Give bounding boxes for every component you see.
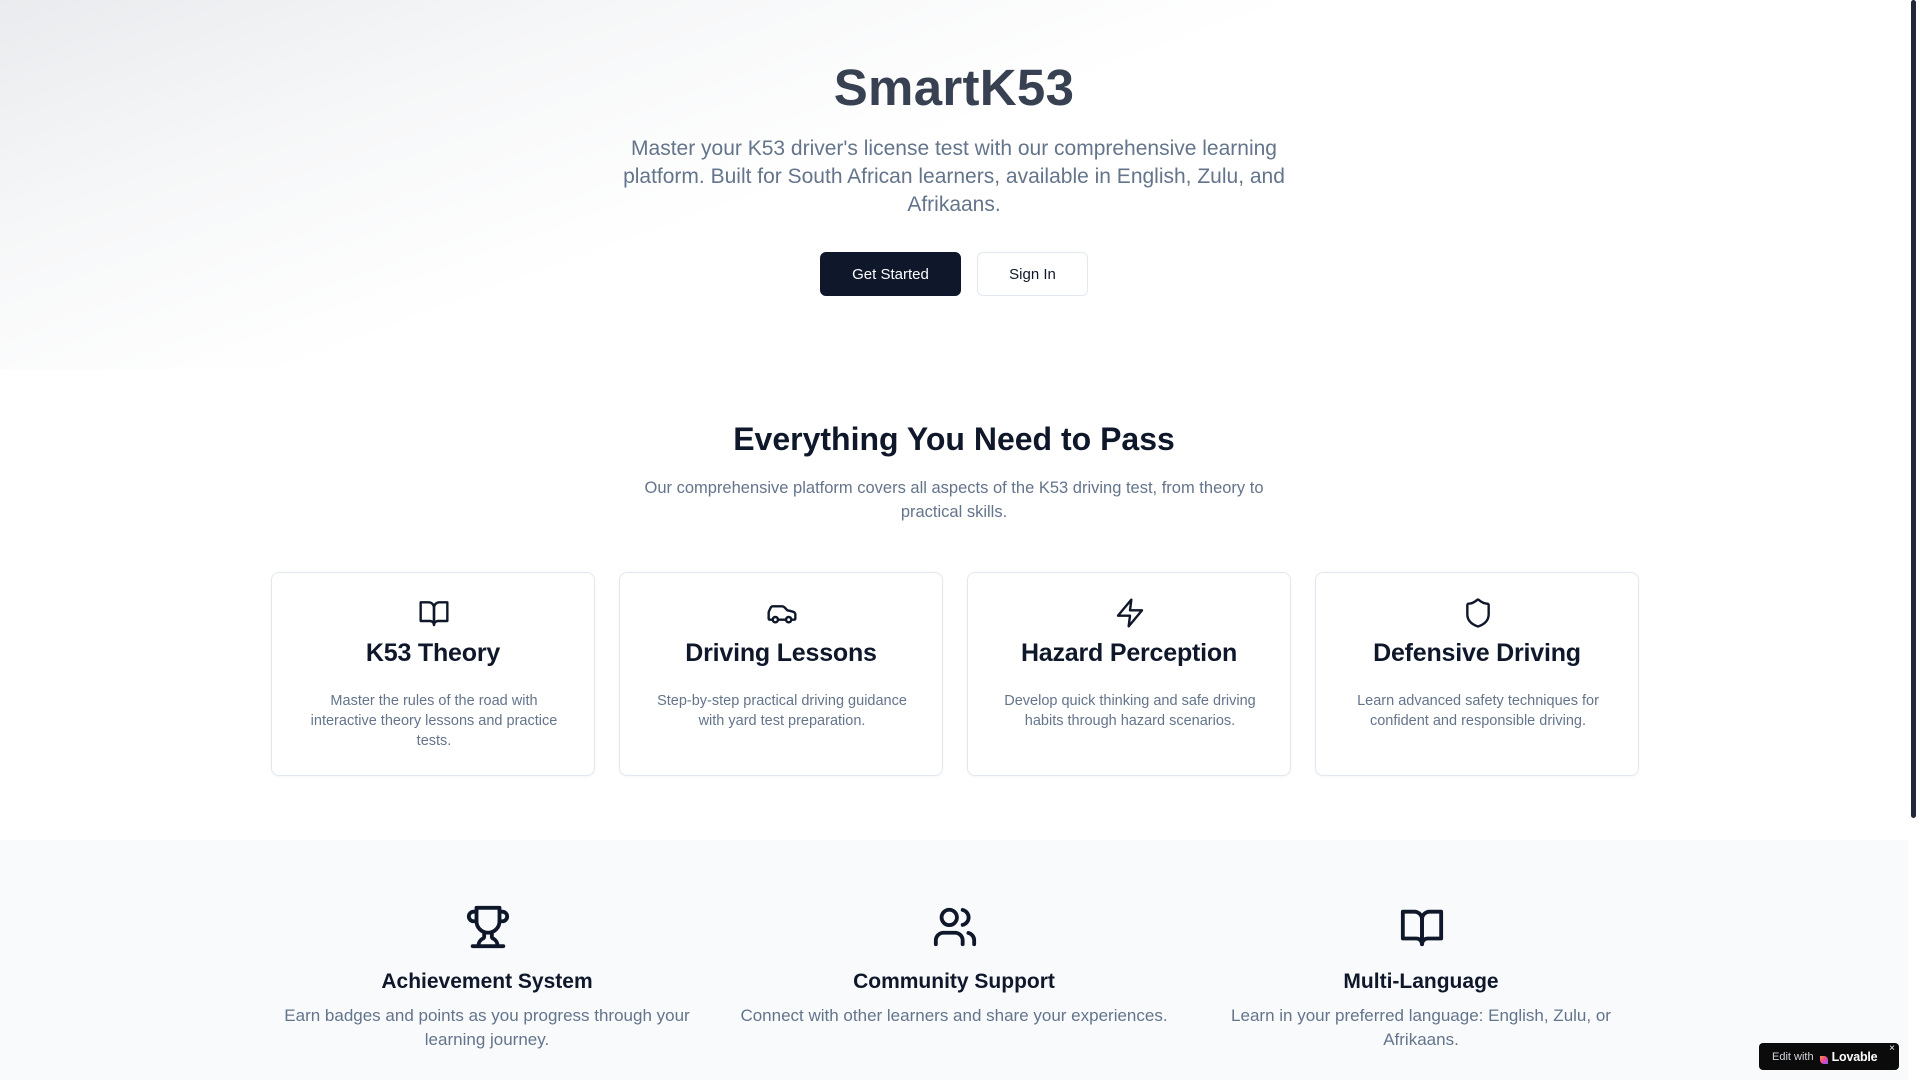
features-subtitle: Our comprehensive platform covers all as… [644,479,1264,521]
landing-page: SmartK53 Master your K53 driver's licens… [0,0,1920,1080]
lovable-logo-icon [1819,1052,1829,1064]
scrollbar[interactable] [1908,0,1920,1080]
highlight-description: Connect with other learners and share yo… [740,1006,1168,1025]
card-description: Develop quick thinking and safe driving … [1004,693,1256,729]
feature-cards: K53 Theory Master the rules of the road … [271,572,1639,776]
trophy-icon [465,904,511,950]
card-title: K53 Theory [365,639,501,667]
hero-title: SmartK53 [833,59,1075,116]
zap-icon [1114,597,1146,629]
highlight-description: Learn in your preferred language: Englis… [1231,1006,1611,1049]
sign-in-button[interactable]: Sign In [977,252,1088,296]
highlight-title: Achievement System [381,970,593,993]
highlight-description: Earn badges and points as you progress t… [284,1006,690,1049]
feature-card-hazard-perception: Hazard Perception Develop quick thinking… [967,572,1291,776]
card-title: Driving Lessons [685,639,877,667]
feature-card-defensive-driving: Defensive Driving Learn advanced safety … [1315,572,1639,776]
features-title: Everything You Need to Pass [733,421,1175,457]
card-title: Hazard Perception [1020,639,1238,667]
card-description: Learn advanced safety techniques for con… [1357,693,1599,729]
highlights-section: Achievement System Earn badges and point… [0,840,1908,1080]
car-icon [766,597,798,629]
badge-brand: Lovable [1831,1049,1878,1064]
shield-icon [1462,597,1494,629]
highlight-title: Multi-Language [1343,970,1499,993]
get-started-button[interactable]: Get Started [820,252,961,296]
highlight-title: Community Support [853,970,1055,993]
book-open-icon [1399,904,1445,950]
close-icon[interactable]: × [1889,1044,1895,1054]
hero-actions: Get Started Sign In [0,252,1908,296]
card-title: Defensive Driving [1373,639,1581,667]
edit-with-lovable-badge[interactable]: Edit with Lovable × [1759,1043,1899,1070]
card-description: Master the rules of the road with intera… [310,693,558,749]
book-open-icon [418,597,450,629]
feature-card-k53-theory: K53 Theory Master the rules of the road … [271,572,595,776]
feature-card-driving-lessons: Driving Lessons Step-by-step practical d… [619,572,943,776]
users-icon [932,904,978,950]
scrollbar-thumb[interactable] [1911,0,1916,818]
hero-subtitle: Master your K53 driver's license test wi… [623,137,1285,216]
card-description: Step-by-step practical driving guidance … [657,693,907,729]
hero-section: SmartK53 Master your K53 driver's licens… [0,0,1908,370]
badge-edit-label: Edit with [1772,1050,1814,1063]
